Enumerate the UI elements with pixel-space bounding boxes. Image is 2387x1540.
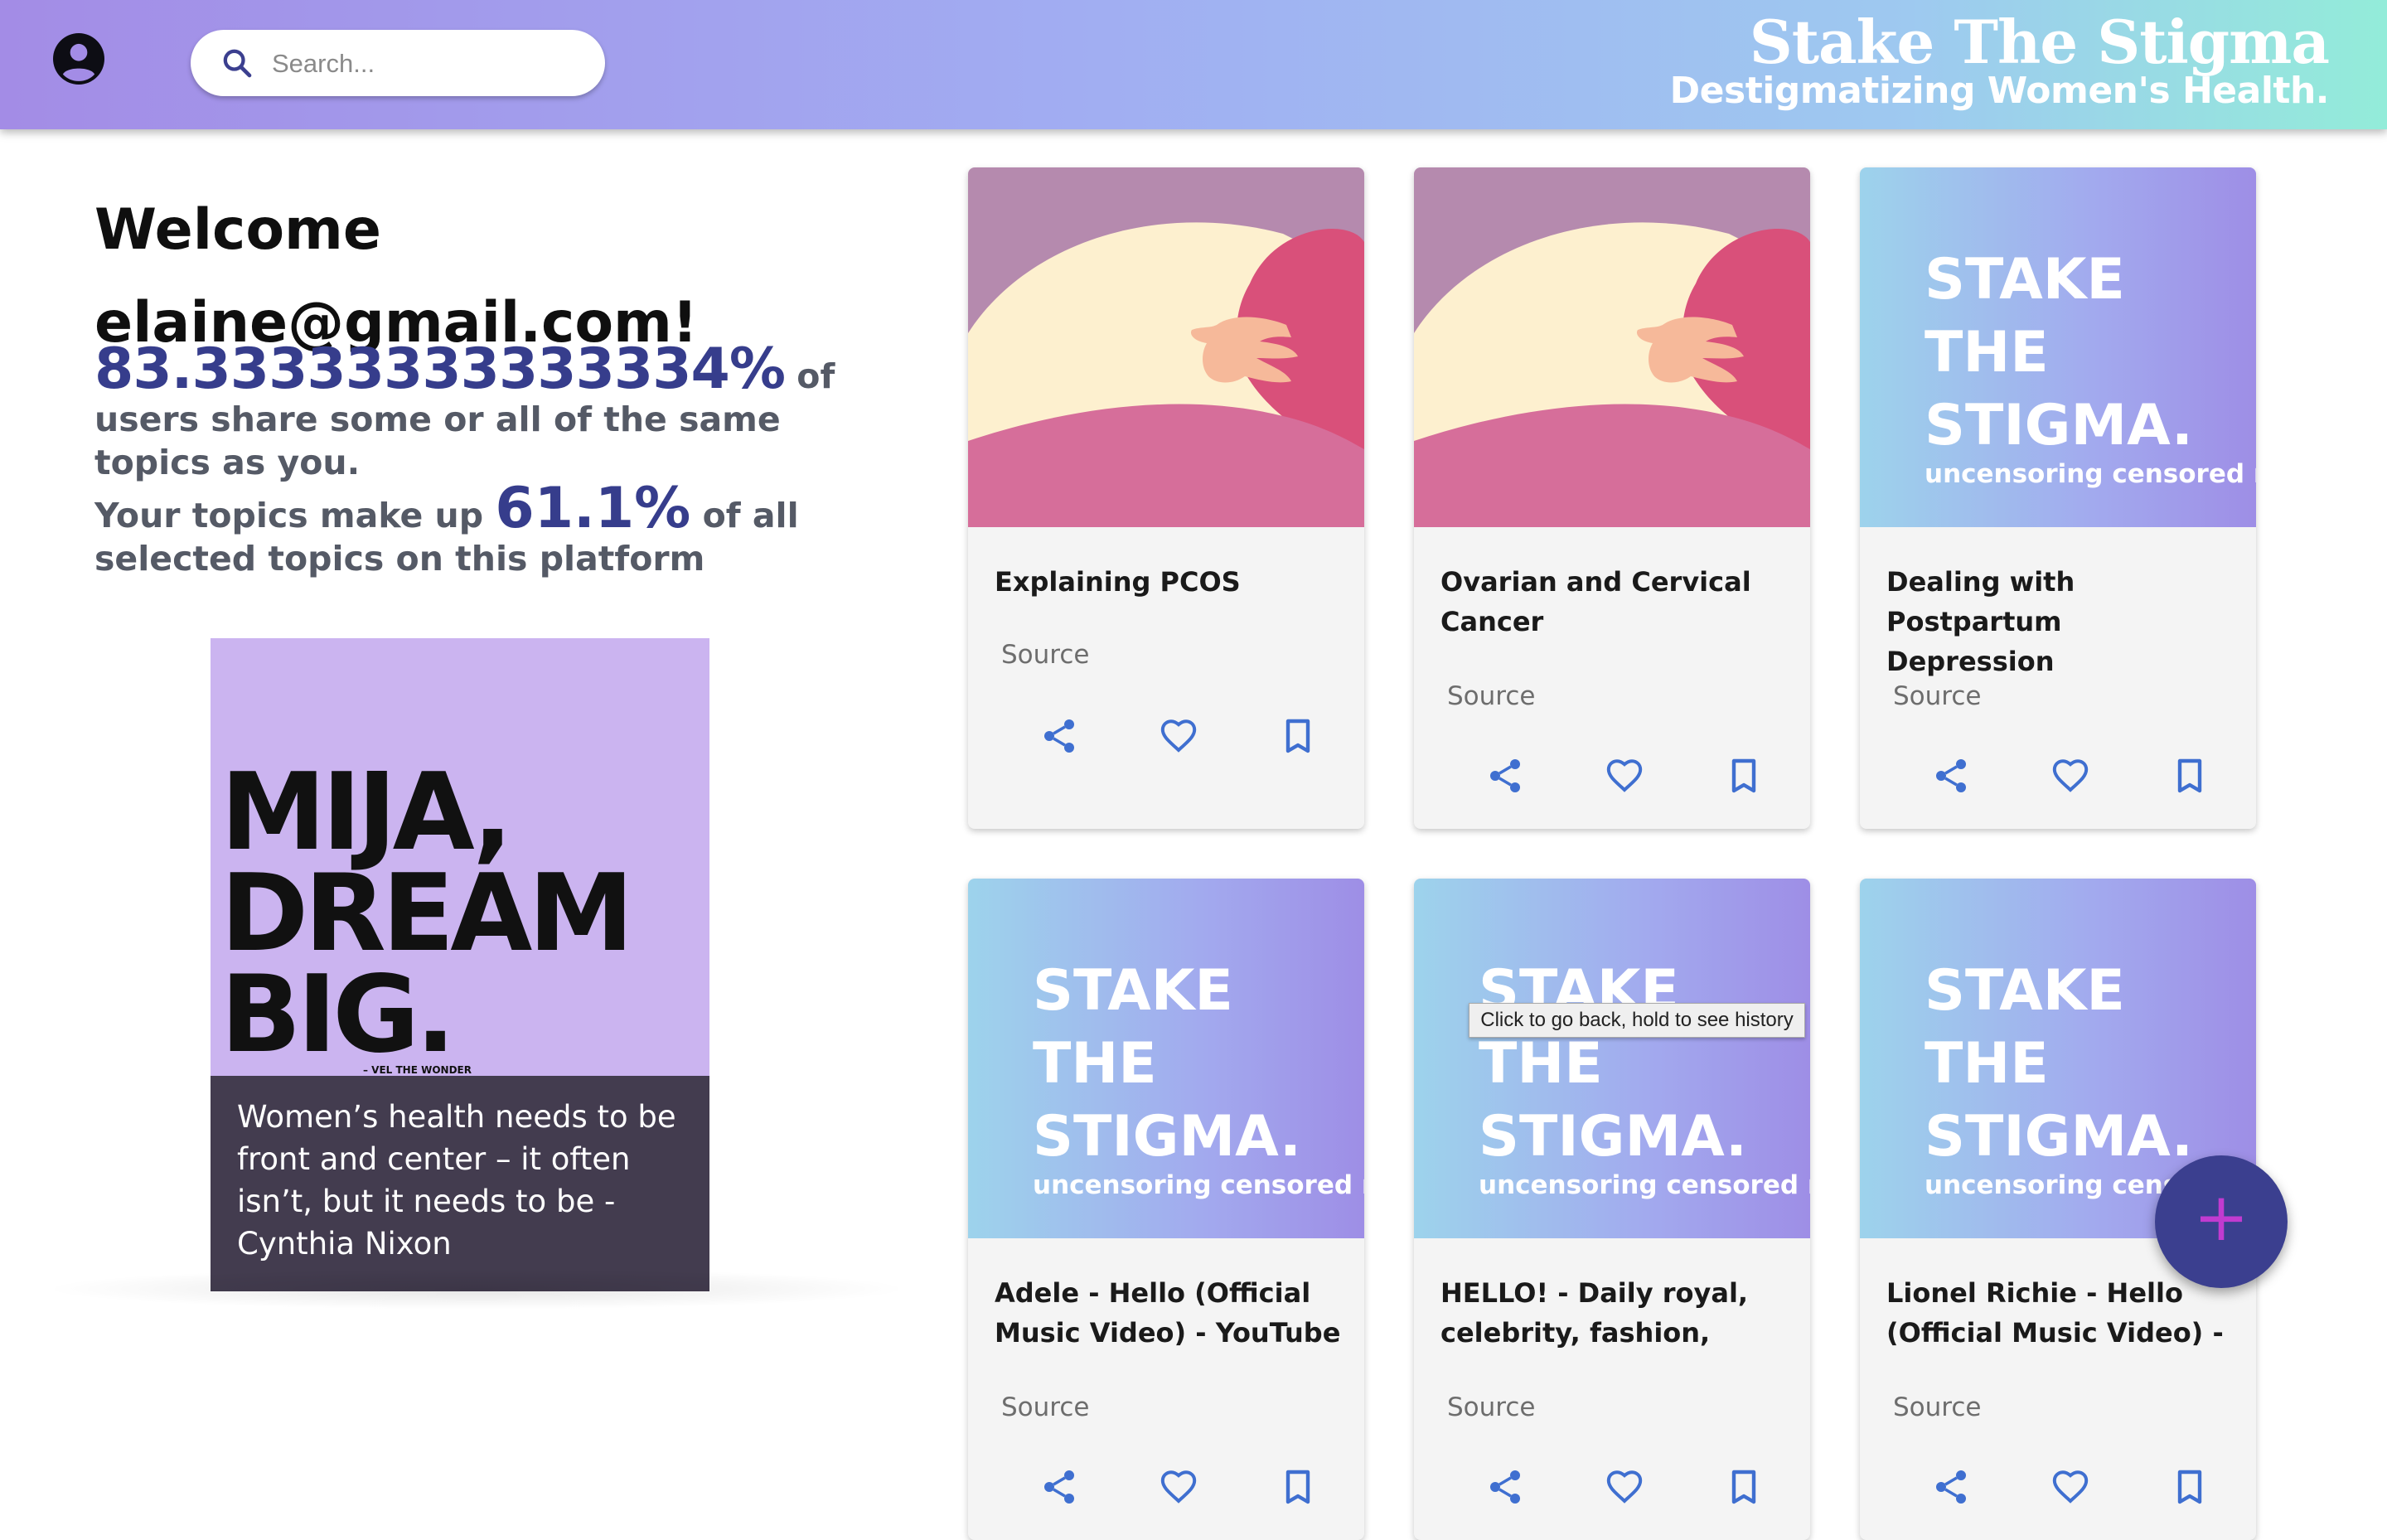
topics-percent: 61.1% xyxy=(495,476,691,541)
card-actions xyxy=(1860,1462,2256,1512)
share-icon[interactable] xyxy=(1485,1467,1525,1507)
welcome-label: Welcome xyxy=(94,197,382,263)
bookmark-outline-icon[interactable] xyxy=(1724,1467,1764,1507)
stake-the-stigma-image: STAKE THE STIGMA.uncensoring censored ne… xyxy=(1860,167,2256,527)
card-title[interactable]: HELLO! - Daily royal, celebrity, fashion… xyxy=(1440,1273,1789,1353)
card-title[interactable]: Adele - Hello (Official Music Video) - Y… xyxy=(995,1273,1343,1353)
card-source-link[interactable]: Source xyxy=(1893,1392,1981,1422)
article-card[interactable]: STAKE THE STIGMA.uncensoring censored ne… xyxy=(1414,879,1810,1540)
stake-image-text: STAKE THE STIGMA. xyxy=(1925,958,2193,1170)
poster-line: DREAM xyxy=(220,852,634,976)
card-media[interactable]: STAKE THE STIGMA.uncensoring censored ne… xyxy=(968,879,1364,1238)
illustration-image xyxy=(968,167,1364,527)
stake-image-text: STAKE THE STIGMA. xyxy=(1479,958,1747,1170)
poster-line: BIG. xyxy=(220,953,456,1077)
card-media[interactable]: STAKE THE STIGMA.uncensoring censored ne… xyxy=(1860,167,2256,527)
heart-outline-icon[interactable] xyxy=(1159,716,1198,756)
card-title[interactable]: Ovarian and Cervical Cancer xyxy=(1440,562,1789,642)
stake-image-text: STAKE THE STIGMA. xyxy=(1925,247,2193,458)
share-icon[interactable] xyxy=(1039,1467,1079,1507)
heart-outline-icon[interactable] xyxy=(1605,1467,1644,1507)
card-media[interactable] xyxy=(968,167,1364,527)
card-actions xyxy=(968,1462,1364,1512)
article-card[interactable]: STAKE THE STIGMA.uncensoring censored ne… xyxy=(1860,167,2256,829)
bookmark-outline-icon[interactable] xyxy=(1278,1467,1318,1507)
card-title[interactable]: Dealing with Postpartum Depression xyxy=(1886,562,2234,681)
account-circle-icon[interactable] xyxy=(53,33,104,85)
stake-image-subtext: uncensoring censored news xyxy=(1479,1170,1810,1200)
bookmark-outline-icon[interactable] xyxy=(2170,1467,2210,1507)
card-source-link[interactable]: Source xyxy=(1447,681,1535,711)
card-source-link[interactable]: Source xyxy=(1001,640,1089,670)
stake-image-text: STAKE THE STIGMA. xyxy=(1033,958,1301,1170)
topics-share-stat: Your topics make up 61.1% of all selecte… xyxy=(94,481,857,580)
topics-prefix: Your topics make up xyxy=(94,496,496,535)
card-source-link[interactable]: Source xyxy=(1447,1392,1535,1422)
app-header: Stake The Stigma Destigmatizing Women's … xyxy=(0,0,2387,129)
heart-outline-icon[interactable] xyxy=(1605,756,1644,796)
bookmark-outline-icon[interactable] xyxy=(1278,716,1318,756)
card-actions xyxy=(968,711,1364,761)
card-title[interactable]: Explaining PCOS xyxy=(995,562,1343,602)
shared-users-percent: 83.33333333333334% xyxy=(94,337,786,402)
divider-shadow xyxy=(41,1268,912,1310)
card-actions xyxy=(1414,1462,1810,1512)
article-card[interactable]: STAKE THE STIGMA.uncensoring censored ne… xyxy=(968,879,1364,1540)
quote-card: MIJA, DREAM BIG. – VEL THE WONDER Women’… xyxy=(211,638,709,1291)
share-icon[interactable] xyxy=(1039,716,1079,756)
card-actions xyxy=(1860,751,2256,801)
card-media[interactable] xyxy=(1414,167,1810,527)
plus-icon: + xyxy=(2193,1179,2249,1256)
heart-outline-icon[interactable] xyxy=(2050,756,2090,796)
poster-credit: – VEL THE WONDER xyxy=(363,1064,472,1076)
card-source-link[interactable]: Source xyxy=(1893,681,1981,711)
quote-text: Women’s health needs to be front and cen… xyxy=(237,1099,676,1262)
add-topic-button[interactable]: + xyxy=(2155,1155,2288,1288)
share-icon[interactable] xyxy=(1931,1467,1971,1507)
heart-outline-icon[interactable] xyxy=(2050,1467,2090,1507)
browser-back-tooltip: Click to go back, hold to see history xyxy=(1469,1003,1805,1038)
bookmark-outline-icon[interactable] xyxy=(2170,756,2210,796)
card-actions xyxy=(1414,751,1810,801)
share-icon[interactable] xyxy=(1485,756,1525,796)
article-card[interactable]: Ovarian and Cervical Cancer Source xyxy=(1414,167,1810,829)
share-icon[interactable] xyxy=(1931,756,1971,796)
brand-subtitle: Destigmatizing Women's Health. xyxy=(1669,70,2330,112)
poster-line: MIJA, xyxy=(220,751,513,874)
search-bar[interactable] xyxy=(191,30,605,96)
heart-outline-icon[interactable] xyxy=(1159,1467,1198,1507)
search-input[interactable] xyxy=(270,41,588,86)
shared-users-stat: 83.33333333333334% of users share some o… xyxy=(94,341,857,484)
card-source-link[interactable]: Source xyxy=(1001,1392,1089,1422)
card-media[interactable]: STAKE THE STIGMA.uncensoring censored ne… xyxy=(1414,879,1810,1238)
stake-the-stigma-image: STAKE THE STIGMA.uncensoring censored ne… xyxy=(968,879,1364,1238)
stake-image-subtext: uncensoring censored news xyxy=(1925,459,2256,489)
stake-the-stigma-image: STAKE THE STIGMA.uncensoring censored ne… xyxy=(1414,879,1810,1238)
bookmark-outline-icon[interactable] xyxy=(1724,756,1764,796)
poster-text: MIJA, DREAM BIG. xyxy=(220,751,634,1077)
search-icon xyxy=(223,49,252,78)
illustration-image xyxy=(1414,167,1810,527)
stake-image-subtext: uncensoring censored news xyxy=(1033,1170,1364,1200)
article-card[interactable]: Explaining PCOS Source xyxy=(968,167,1364,829)
